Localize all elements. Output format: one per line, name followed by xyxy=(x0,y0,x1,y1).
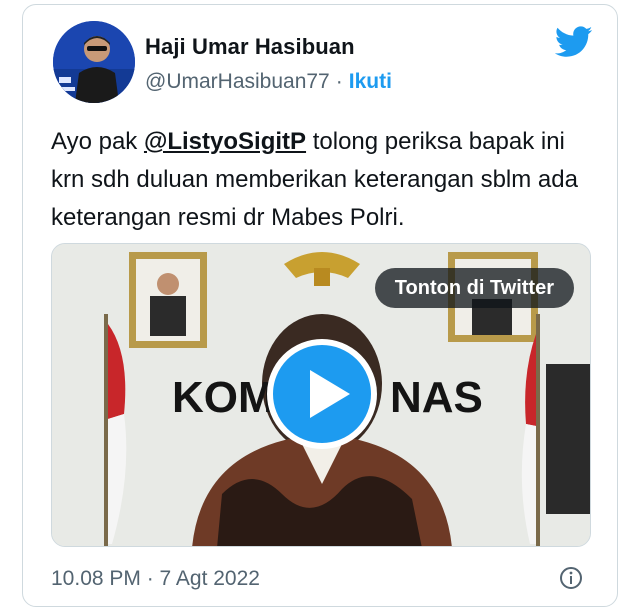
avatar[interactable] xyxy=(53,21,135,103)
info-icon[interactable] xyxy=(559,566,583,590)
watch-on-twitter-button[interactable]: Tonton di Twitter xyxy=(374,268,574,308)
tweet-card: Haji Umar Hasibuan @UmarHasibuan77 · Ikuti… xyxy=(22,4,618,607)
tweet-text-part: Ayo pak xyxy=(51,128,144,155)
backdrop-text-right: NAS xyxy=(390,373,483,422)
mention-link[interactable]: @ListyoSigitP xyxy=(144,128,306,155)
handle-row: @UmarHasibuan77 · Ikuti xyxy=(145,70,392,94)
tweet-timestamp[interactable]: 10.08 PM · 7 Agt 2022 xyxy=(51,567,260,591)
display-name[interactable]: Haji Umar Hasibuan xyxy=(145,34,355,60)
play-icon xyxy=(310,370,350,418)
backdrop-text-left: KOM xyxy=(172,373,275,422)
play-button[interactable] xyxy=(267,339,377,449)
follow-button[interactable]: Ikuti xyxy=(349,70,392,93)
tweet-text: Ayo pak @ListyoSigitP tolong periksa bap… xyxy=(51,123,601,237)
twitter-bird-icon[interactable] xyxy=(555,25,593,59)
user-handle[interactable]: @UmarHasibuan77 xyxy=(145,70,330,93)
separator: · xyxy=(335,70,343,93)
video-media[interactable]: KOM NAS Tonton di Twitter xyxy=(51,243,591,547)
